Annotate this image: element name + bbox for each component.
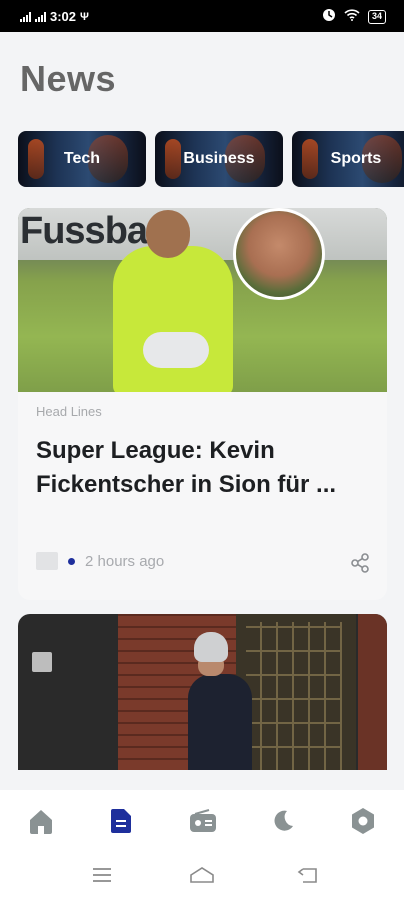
article-time: 2 hours ago (85, 552, 165, 570)
share-icon[interactable] (349, 552, 371, 574)
door-grille (246, 622, 342, 770)
person-hat (194, 632, 228, 662)
article-card[interactable] (18, 614, 387, 770)
system-home-button[interactable] (189, 866, 215, 888)
menu-button[interactable] (89, 866, 115, 888)
status-time: 3:02 (50, 9, 77, 24)
wall-switch (32, 652, 52, 672)
article-meta: 2 hours ago (36, 552, 164, 570)
signal-icon (35, 11, 46, 22)
settings-icon (350, 807, 376, 840)
category-business[interactable]: Business (155, 131, 283, 187)
radio-icon (189, 808, 217, 838)
article-title[interactable]: Super League: Kevin Fickentscher in Sion… (36, 434, 376, 502)
source-logo (36, 552, 58, 570)
nav-news[interactable] (106, 808, 136, 838)
nav-dark-mode[interactable] (268, 808, 298, 838)
nav-settings[interactable] (348, 807, 378, 840)
home-icon (27, 808, 55, 839)
person-figure (188, 674, 252, 770)
back-icon (297, 866, 319, 889)
brick-wall (358, 614, 387, 770)
alarm-icon (322, 8, 336, 25)
keeper-gloves (143, 332, 209, 368)
page-title: News (20, 58, 117, 99)
keeper-figure (113, 246, 233, 392)
article-category-label: Head Lines (36, 404, 102, 419)
article-image: Fussba (18, 208, 387, 392)
wifi-icon (344, 9, 360, 24)
nav-radio[interactable] (188, 808, 218, 838)
category-list: Tech Business Sports (18, 131, 404, 189)
usb-icon: Ψ (80, 10, 89, 23)
inset-portrait (233, 208, 325, 300)
keeper-head (146, 210, 190, 258)
signal-icon (20, 11, 31, 22)
category-sports[interactable]: Sports (292, 131, 404, 187)
nav-home[interactable] (26, 808, 56, 838)
menu-icon (92, 867, 112, 888)
battery-icon: 34 (367, 9, 386, 24)
article-card[interactable]: Fussba Head Lines Super League: Kevin Fi… (18, 208, 387, 600)
separator-dot (68, 557, 75, 565)
status-bar: 3:02 Ψ 34 (0, 0, 404, 32)
system-back-button[interactable] (295, 866, 321, 888)
category-label: Business (183, 150, 255, 167)
system-navigation (0, 854, 404, 900)
category-label: Sports (330, 150, 382, 167)
bottom-navigation (0, 790, 404, 854)
home-outline-icon (189, 866, 215, 889)
category-label: Tech (63, 150, 101, 167)
category-tech[interactable]: Tech (18, 131, 146, 187)
ad-board-text: Fussba (20, 210, 148, 252)
moon-icon (271, 809, 295, 838)
document-icon (110, 808, 132, 839)
